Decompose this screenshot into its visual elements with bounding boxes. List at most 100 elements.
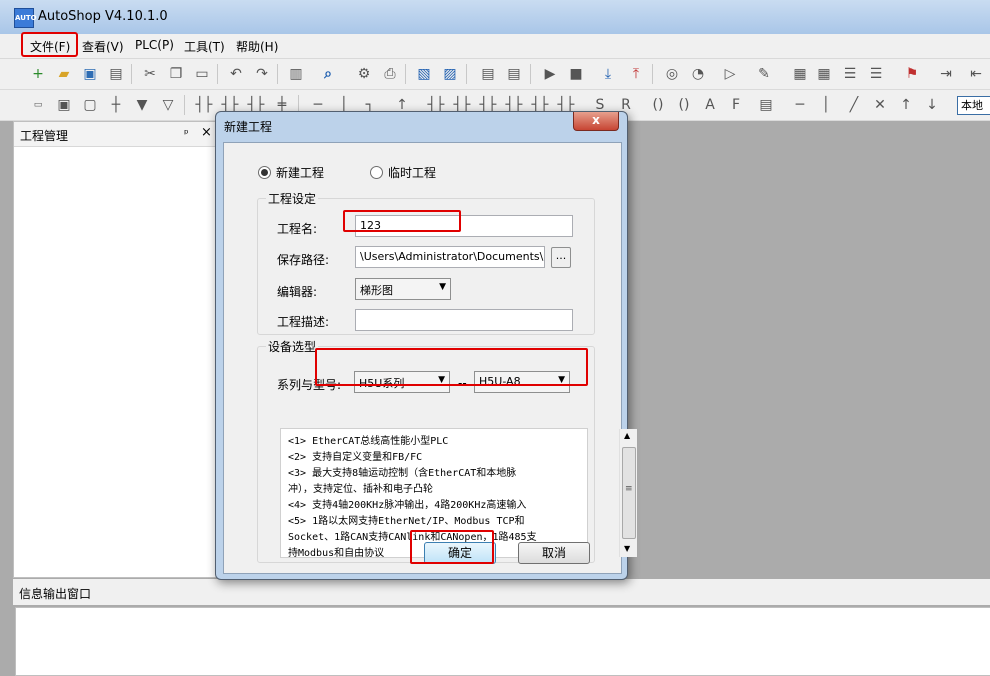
upload-icon[interactable]: ⤒ [626,64,646,84]
align-icon[interactable]: ☰ [840,64,860,84]
function-f-icon[interactable]: F [726,95,746,115]
browse-button[interactable]: ... [551,247,571,268]
info-output-area[interactable] [15,607,990,676]
project-desc-input[interactable] [355,309,573,331]
instruction-s2-icon[interactable]: ▢ [80,95,100,115]
ok-button-highlight [410,530,494,564]
app-icon: AUTO [14,8,37,28]
draw-vline-icon[interactable]: │ [816,95,836,115]
logout-icon[interactable]: ⇤ [966,64,986,84]
model-highlight [315,348,588,386]
toolbar-separator [184,95,185,115]
toolbar-separator [277,64,278,84]
description-line: 冲），支持定位、插补和电子凸轮 [288,484,433,495]
import-icon[interactable]: ▤ [478,64,498,84]
step-run-icon[interactable]: ▷ [720,64,740,84]
align-alt-icon[interactable]: ☰ [866,64,886,84]
window-title: AutoShop V4.10.1.0 [38,9,168,24]
normally-open-icon[interactable]: ┤├ [194,95,214,115]
main-toolbar: + ▰ ▣ ▤ ✂ ❐ ▭ ↶ ↷ ▥ ⌕ ⚙ ⎙ ▧ ▨ ▤ ▤ ▶ ■ ⤓ … [0,59,990,90]
dialog-title: 新建工程 [224,120,273,134]
window-tile-icon[interactable]: ▧ [414,64,434,84]
delete-icon[interactable]: ▥ [286,64,306,84]
stop-icon[interactable]: ■ [566,64,586,84]
project-panel-header: 工程管理 ᵖ × [14,122,218,147]
editor-select[interactable]: 梯形图 ▼ [355,278,451,300]
editor-label: 编辑器: [277,285,318,299]
function-a-icon[interactable]: A [700,95,720,115]
save-all-icon[interactable]: ▤ [106,64,126,84]
toolbar-separator [466,64,467,84]
title-bar: AUTO AutoShop V4.10.1.0 [0,0,990,35]
grid-icon[interactable]: ▦ [790,64,810,84]
comment-icon[interactable]: ▤ [756,95,776,115]
redo-icon[interactable]: ↷ [252,64,272,84]
output-coil-icon[interactable]: () [648,95,668,115]
open-folder-icon[interactable]: ▰ [54,64,74,84]
undo-icon[interactable]: ↶ [226,64,246,84]
cut-icon[interactable]: ✂ [140,64,160,84]
ladder-mode-icon[interactable]: ▭ [28,95,48,115]
toolbar-separator [405,64,406,84]
arrow-down-contact-icon[interactable]: ▼ [132,95,152,115]
toolbar-separator [530,64,531,84]
menu-bar: 文件(F) 查看(V) PLC(P) 工具(T) 帮助(H) [0,34,990,59]
project-desc-label: 工程描述: [277,315,330,329]
project-name-highlight [343,210,461,232]
dropdown-arrow-icon: ▼ [439,282,446,292]
scroll-grip-icon: ≡ [625,484,633,494]
radio-unselected-icon [370,166,383,179]
info-panel-title: 信息输出窗口 [19,587,92,601]
print-icon[interactable]: ⎙ [380,64,400,84]
arrow-down-contact-alt-icon[interactable]: ▽ [158,95,178,115]
scroll-down-icon[interactable]: ▼ [624,544,630,553]
move-up-icon[interactable]: ↑ [896,95,916,115]
run-icon[interactable]: ▶ [540,64,560,84]
download-icon[interactable]: ⤓ [598,64,618,84]
monitor-icon[interactable]: ◎ [662,64,682,84]
pin-icon[interactable]: ᵖ [184,127,189,140]
grid-alt-icon[interactable]: ▦ [814,64,834,84]
compile-icon[interactable]: ⚙ [354,64,374,84]
close-icon[interactable]: × [201,125,212,140]
login-icon[interactable]: ⇥ [936,64,956,84]
cancel-button[interactable]: 取消 [518,542,590,564]
menu-help[interactable]: 帮助(H) [236,38,278,55]
draw-diagonal-icon[interactable]: ╱ [844,95,864,115]
output-coil-not-icon[interactable]: () [674,95,694,115]
move-down-icon[interactable]: ↓ [922,95,942,115]
menu-view[interactable]: 查看(V) [82,38,124,55]
description-line: 持Modbus和自由协议 [288,548,385,559]
menu-plc[interactable]: PLC(P) [135,38,174,52]
menu-tools[interactable]: 工具(T) [184,38,225,55]
description-scrollbar[interactable]: ▲ ≡ ▼ [619,429,637,557]
description-line: <1> EtherCAT总线高性能小型PLC [288,436,449,447]
contact-icon[interactable]: ┼ [106,95,126,115]
test-icon[interactable]: ⚑ [902,64,922,84]
erase-icon[interactable]: ✕ [870,95,890,115]
dialog-close-button[interactable]: x [573,112,619,131]
draw-hline-icon[interactable]: ─ [790,95,810,115]
scroll-up-icon[interactable]: ▲ [624,431,630,440]
edit-icon[interactable]: ✎ [754,64,774,84]
toolbar-separator [131,64,132,84]
export-icon[interactable]: ▤ [504,64,524,84]
save-path-label: 保存路径: [277,253,330,267]
radio-new-project[interactable]: 新建工程 [258,164,324,181]
copy-icon[interactable]: ❐ [166,64,186,84]
project-panel-title: 工程管理 [20,129,69,143]
scroll-thumb[interactable]: ≡ [622,447,636,539]
search-icon[interactable]: ⌕ [318,64,338,84]
save-icon[interactable]: ▣ [80,64,100,84]
instruction-s-icon[interactable]: ▣ [54,95,74,115]
save-path-input[interactable]: \Users\Administrator\Documents\123\ [355,246,545,268]
radio-temp-project[interactable]: 临时工程 [370,164,436,181]
monitor-time-icon[interactable]: ◔ [688,64,708,84]
file-menu-highlight [21,32,78,57]
connection-combo[interactable]: 本地 [957,96,990,115]
new-file-icon[interactable]: + [28,64,48,84]
paste-icon[interactable]: ▭ [192,64,212,84]
project-manager-panel: 工程管理 ᵖ × [13,121,219,578]
window-cascade-icon[interactable]: ▨ [440,64,460,84]
group-label: 工程设定 [266,190,319,207]
